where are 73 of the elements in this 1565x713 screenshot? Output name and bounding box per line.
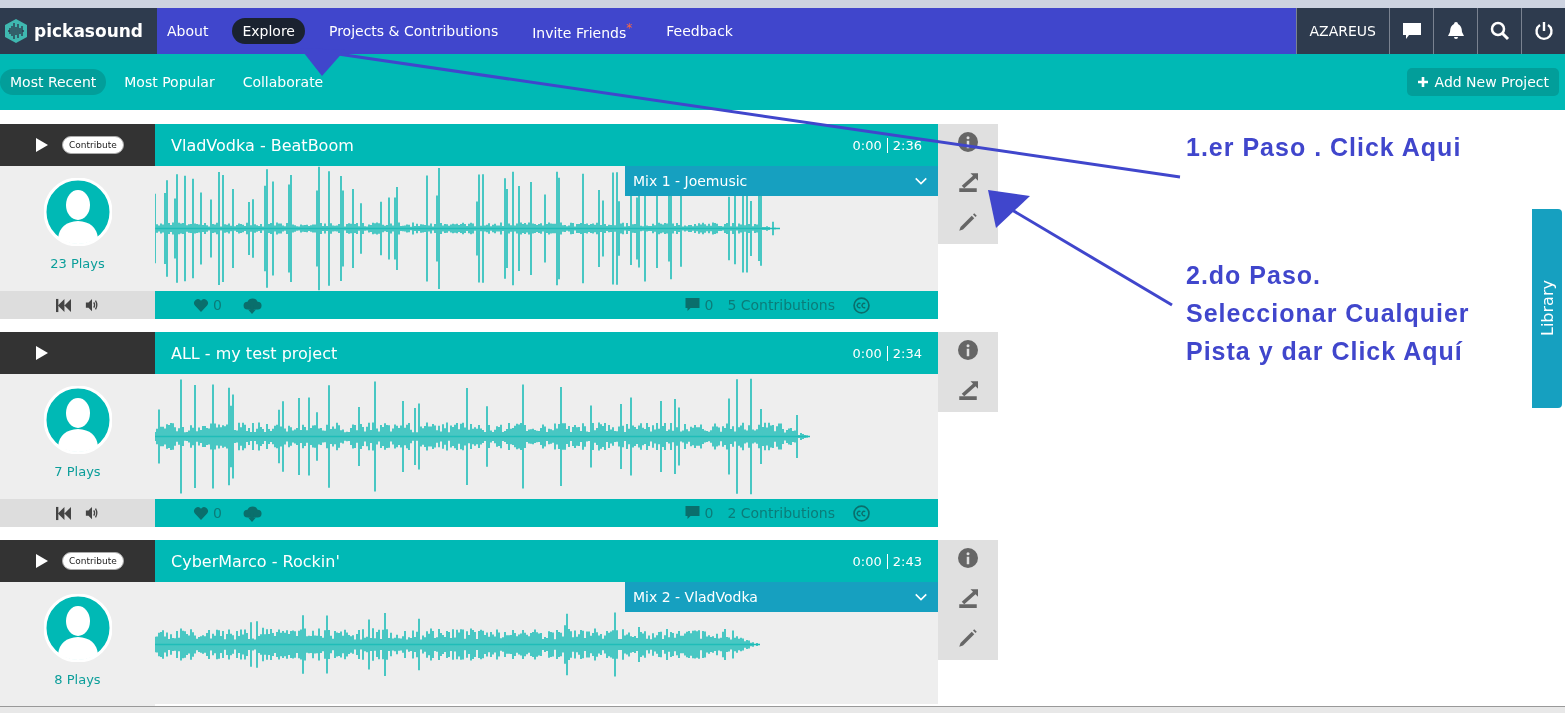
creative-commons-icon bbox=[853, 504, 870, 522]
play-icon[interactable] bbox=[34, 345, 50, 361]
nav-link[interactable]: Explore bbox=[232, 18, 305, 44]
info-icon[interactable] bbox=[958, 132, 978, 152]
time-separator bbox=[886, 553, 888, 569]
mix-dropdown[interactable]: Mix 1 - Joemusic bbox=[625, 166, 938, 196]
time-separator bbox=[886, 137, 888, 153]
filter-tab[interactable]: Most Popular bbox=[114, 69, 225, 95]
plays-count: 7 Plays bbox=[54, 464, 101, 479]
skip-back-icon[interactable] bbox=[55, 505, 72, 521]
volume-icon[interactable] bbox=[84, 506, 100, 520]
filter-tab[interactable]: Most Recent bbox=[0, 69, 107, 95]
annotation-text: 2.do Paso. bbox=[1186, 260, 1323, 291]
track-title[interactable]: ALL - my test project bbox=[171, 343, 338, 363]
cloud-download-icon[interactable] bbox=[241, 504, 262, 522]
download-icon[interactable] bbox=[958, 172, 978, 192]
search-icon[interactable] bbox=[1489, 21, 1510, 41]
play-icon[interactable] bbox=[34, 553, 50, 569]
plus-icon bbox=[1416, 76, 1429, 88]
logo-icon bbox=[3, 18, 29, 44]
play-icon[interactable] bbox=[34, 137, 50, 153]
track-duration: 2:43 bbox=[892, 553, 922, 569]
creative-commons-icon bbox=[853, 296, 870, 314]
chat-icon[interactable] bbox=[1401, 21, 1422, 41]
current-time: 0:00 bbox=[852, 553, 882, 569]
filter-tab[interactable]: Collaborate bbox=[232, 69, 334, 95]
current-time: 0:00 bbox=[852, 137, 882, 153]
current-time: 0:00 bbox=[852, 345, 882, 361]
time-separator bbox=[886, 345, 888, 361]
contribute-button[interactable]: Contribute bbox=[62, 552, 124, 570]
nav-link[interactable]: Projects & Contributions bbox=[318, 18, 509, 44]
track-duration: 2:36 bbox=[892, 137, 922, 153]
download-icon[interactable] bbox=[958, 588, 978, 608]
contribute-button[interactable]: Contribute bbox=[62, 136, 124, 154]
heart-icon[interactable] bbox=[193, 505, 209, 521]
track-duration: 2:34 bbox=[892, 345, 922, 361]
logo[interactable]: pickasound bbox=[0, 8, 157, 54]
logo-text: pickasound bbox=[34, 21, 144, 41]
pencil-icon[interactable] bbox=[958, 212, 978, 232]
add-project-button[interactable]: Add New Project bbox=[1406, 68, 1559, 96]
download-icon[interactable] bbox=[958, 380, 978, 400]
annotation-text: Pista y dar Click Aquí bbox=[1186, 336, 1464, 367]
likes-count: 0 bbox=[213, 297, 222, 313]
library-tab[interactable]: Library bbox=[1532, 209, 1562, 408]
contributions-count[interactable]: 5 Contributions bbox=[727, 297, 835, 313]
track-title[interactable]: CyberMarco - Rockin' bbox=[171, 551, 340, 571]
contributions-count[interactable]: 2 Contributions bbox=[727, 505, 835, 521]
plays-count: 8 Plays bbox=[54, 672, 101, 687]
power-icon[interactable] bbox=[1533, 21, 1554, 41]
comment-icon[interactable] bbox=[683, 297, 701, 313]
pencil-icon[interactable] bbox=[958, 628, 978, 648]
plays-count: 23 Plays bbox=[50, 256, 105, 271]
skip-back-icon[interactable] bbox=[55, 297, 72, 313]
heart-icon[interactable] bbox=[193, 297, 209, 313]
comments-count: 0 bbox=[704, 297, 714, 313]
avatar-icon bbox=[43, 178, 112, 246]
avatar-icon bbox=[43, 386, 112, 454]
volume-icon[interactable] bbox=[84, 298, 100, 312]
annotation-text: Seleccionar Cualquier bbox=[1186, 298, 1470, 329]
annotation-text: 1.er Paso . Click Aqui bbox=[1186, 132, 1463, 163]
nav-link[interactable]: Feedback bbox=[656, 18, 743, 44]
track-title[interactable]: VladVodka - BeatBoom bbox=[171, 135, 354, 155]
info-icon[interactable] bbox=[958, 548, 978, 568]
comments-count: 0 bbox=[704, 505, 714, 521]
avatar-icon bbox=[43, 594, 112, 662]
nav-link[interactable]: Invite Friends$^{*}$ bbox=[522, 16, 643, 46]
info-icon[interactable] bbox=[958, 340, 978, 360]
likes-count: 0 bbox=[213, 505, 222, 521]
notification-bell-icon[interactable] bbox=[1445, 21, 1466, 41]
mix-dropdown[interactable]: Mix 2 - VladVodka bbox=[625, 582, 938, 612]
comment-icon[interactable] bbox=[683, 505, 701, 521]
cloud-download-icon[interactable] bbox=[241, 296, 262, 314]
nav-link[interactable]: About bbox=[157, 18, 219, 44]
